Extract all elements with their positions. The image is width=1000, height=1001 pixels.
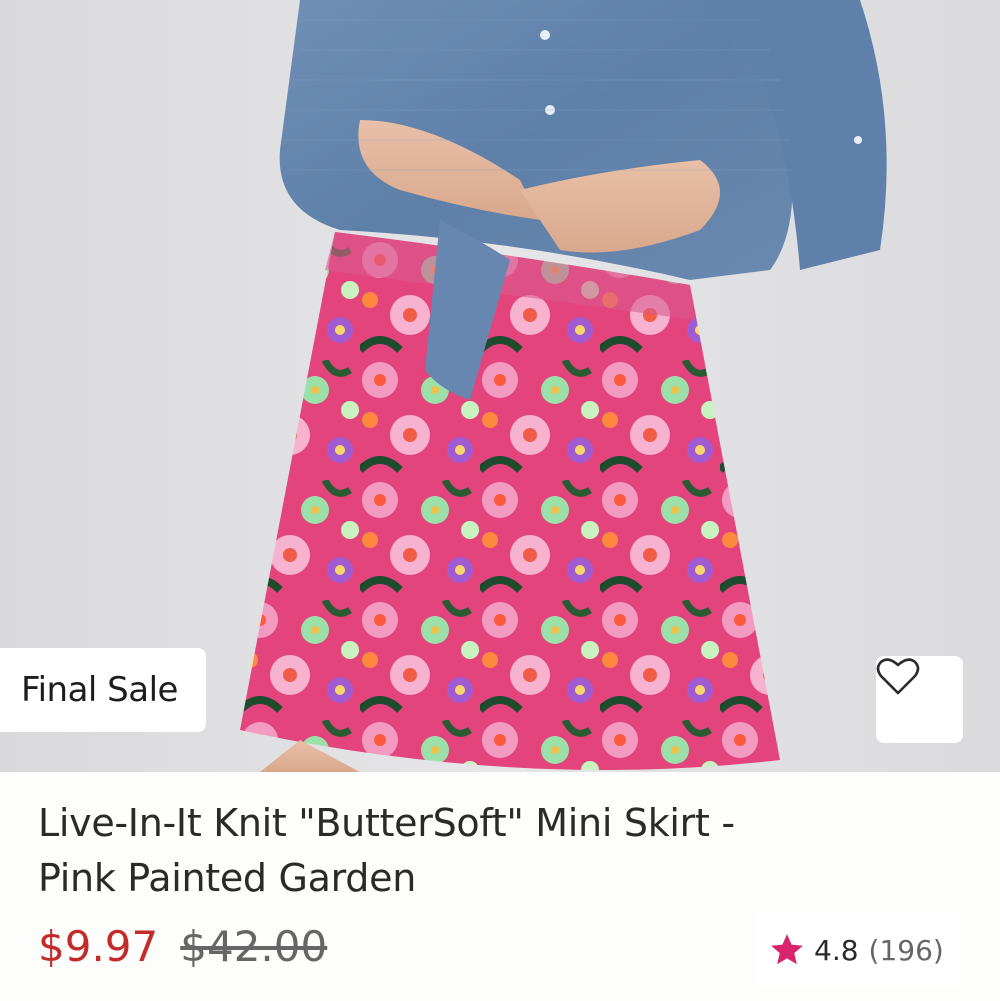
sale-price: $9.97: [38, 922, 159, 971]
product-info: Live-In-It Knit "ButterSoft" Mini Skirt …: [0, 772, 1000, 1001]
heart-outline-icon: [876, 658, 920, 695]
rating-summary[interactable]: 4.8 (196): [756, 912, 960, 988]
final-sale-label: Final Sale: [21, 670, 178, 710]
product-image[interactable]: Final Sale: [0, 0, 1000, 772]
rating-value: 4.8: [814, 933, 859, 967]
price-row: $9.97 $42.00: [38, 922, 327, 971]
product-title[interactable]: Live-In-It Knit "ButterSoft" Mini Skirt …: [38, 796, 798, 906]
wishlist-button[interactable]: [876, 656, 963, 743]
product-card[interactable]: Final Sale Live-In-It Knit "ButterSoft" …: [0, 0, 1000, 1001]
review-count: (196): [868, 933, 944, 967]
original-price: $42.00: [180, 922, 328, 971]
final-sale-badge: Final Sale: [0, 648, 206, 732]
star-icon: [771, 934, 803, 965]
